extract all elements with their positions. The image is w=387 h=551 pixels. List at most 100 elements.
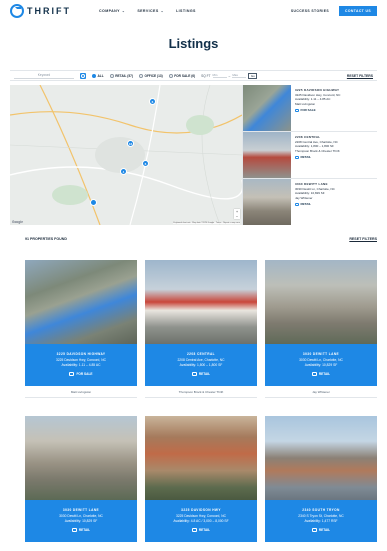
property-photo [265, 260, 377, 344]
property-card-body: 3225 DAVIDSON HIGHWAY 3225 Davidson Hwy,… [25, 344, 137, 386]
chevron-down-icon: ⌄ [121, 9, 126, 13]
radio-dot [109, 73, 114, 78]
listing-agent: Matt Livingston [295, 101, 316, 106]
nav-company[interactable]: COMPANY ⌄ [99, 9, 125, 13]
property-availability: Availability: 1.11 – 4.85 AC [61, 363, 101, 367]
listing-type-label: RETAIL [300, 155, 312, 160]
map-pin[interactable]: 4 [120, 168, 127, 175]
sqft-label: SQ FT [201, 73, 211, 78]
sqft-max-input[interactable]: Max [232, 73, 247, 78]
property-address: 2340 S Tryon St, Charlotte, NC [298, 513, 344, 518]
sqft-min-input[interactable]: Min [212, 73, 227, 78]
zoom-controls[interactable]: + − [234, 209, 240, 219]
filter-office[interactable]: OFFICE (13) [138, 73, 163, 78]
tag-icon [295, 156, 299, 160]
go-button[interactable]: Go [248, 72, 258, 79]
contact-us-button[interactable]: CONTACT US [339, 6, 377, 16]
filter-all-label: ALL [97, 73, 104, 78]
filter-retail[interactable]: RETAIL (57) [109, 73, 133, 78]
property-name: 2340 SOUTH TRYON [302, 508, 340, 512]
property-type-label: RETAIL [198, 372, 211, 376]
property-photo [265, 416, 377, 500]
listing-agent: Jay Whitener [295, 195, 313, 200]
filter-for-sale[interactable]: FOR SALE (6) [168, 73, 196, 78]
property-agent: Thompson Brock & Chester Thrift [145, 386, 257, 398]
listing-thumbnail [243, 85, 291, 131]
logo-text: THRIFT [27, 6, 71, 16]
tag-icon [71, 528, 77, 532]
nav-listings[interactable]: LISTINGS [176, 9, 196, 13]
property-address: 3225 Davidson Hwy, Concord, NC [56, 357, 106, 362]
tag-icon [191, 372, 197, 376]
property-photo [145, 416, 257, 500]
radio-dot [138, 73, 143, 78]
filter-retail-label: RETAIL (57) [115, 73, 133, 78]
results-count: 91 PROPERTIES FOUND [25, 237, 67, 241]
nav-listings-label: LISTINGS [176, 9, 196, 13]
property-type: RETAIL [145, 372, 257, 376]
property-type: RETAIL [25, 528, 137, 532]
listing-type-label: RETAIL [300, 202, 312, 207]
property-agent: Matt Livingston [25, 386, 137, 398]
property-type: RETAIL [265, 528, 377, 532]
tag-icon [295, 203, 299, 207]
search-icon[interactable] [80, 72, 86, 79]
property-type-label: RETAIL [318, 528, 331, 532]
listing-thumbnail [243, 179, 291, 225]
map-pin[interactable]: 6 [149, 98, 156, 105]
property-card-body: 3030 DEWITT LANE 3030 Dewitt Ln, Charlot… [25, 500, 137, 542]
listing-type-label: FOR SALE [300, 108, 316, 113]
side-listing-card[interactable]: 3225 DAVIDSON HIGHWAY 3225 Davidson Hwy,… [243, 85, 377, 132]
chevron-down-icon: ⌄ [160, 9, 165, 13]
logo-mark-icon [10, 4, 24, 18]
property-card[interactable]: 3225 DAVIDSON HWY 3225 Davidson Hwy, Con… [145, 416, 257, 551]
filter-all[interactable]: ALL [92, 73, 104, 78]
reset-filters-link[interactable]: RESET FILTERS [347, 74, 373, 78]
listing-agent: Thompson Brock & Chester Thrift [295, 148, 340, 153]
google-logo: Google [12, 220, 23, 224]
property-card[interactable]: 2340 SOUTH TRYON 2340 S Tryon St, Charlo… [265, 416, 377, 551]
tag-icon [311, 372, 317, 376]
nav-company-label: COMPANY [99, 9, 120, 13]
listing-thumbnail [243, 132, 291, 178]
side-listing-card[interactable]: 2208 CENTRAL 2208 Central Ave, Charlotte… [243, 132, 377, 179]
property-card-body: 2340 SOUTH TRYON 2340 S Tryon St, Charlo… [265, 500, 377, 542]
range-dash: – [228, 73, 231, 78]
filter-bar: Keyword ALL RETAIL (57) OFFICE (13) FOR … [10, 70, 377, 81]
map-pin[interactable] [90, 199, 97, 206]
listings-map[interactable]: 6 16 6 4 + − Google Keyboard shortcuts · … [10, 85, 242, 225]
results-reset-link[interactable]: RESET FILTERS [349, 237, 377, 241]
map-pin[interactable]: 6 [142, 160, 149, 167]
main-nav: COMPANY ⌄ SERVICES ⌄ LISTINGS [99, 9, 196, 13]
property-card[interactable]: 3225 DAVIDSON HIGHWAY 3225 Davidson Hwy,… [25, 260, 137, 399]
property-name: 2208 CENTRAL [186, 352, 215, 356]
property-card-body: 3225 DAVIDSON HWY 3225 Davidson Hwy, Con… [145, 500, 257, 542]
property-card-body: 2208 CENTRAL 2208 Central Ave, Charlotte… [145, 344, 257, 386]
map-side-list: 3225 DAVIDSON HIGHWAY 3225 Davidson Hwy,… [242, 85, 377, 225]
property-name: 3225 DAVIDSON HWY [181, 508, 221, 512]
success-stories-link[interactable]: SUCCESS STORIES [291, 9, 329, 13]
property-type: RETAIL [145, 528, 257, 532]
keyword-input[interactable]: Keyword [14, 73, 74, 79]
map-pin[interactable]: 16 [127, 140, 134, 147]
site-header: THRIFT COMPANY ⌄ SERVICES ⌄ LISTINGS SUC… [0, 0, 387, 22]
listing-type: FOR SALE [295, 108, 340, 113]
property-photo [25, 416, 137, 500]
property-card[interactable]: 3030 DEWITT LANE 3030 Dewitt Ln, Charlot… [265, 260, 377, 399]
property-type: FOR SALE [25, 372, 137, 376]
property-availability: Availability: 1,477 RSF [304, 519, 338, 523]
property-type-label: FOR SALE [76, 372, 93, 376]
side-listing-card[interactable]: 3030 DEWITT LANE 3030 Dewitt Ln, Charlot… [243, 179, 377, 225]
filter-for-sale-label: FOR SALE (6) [174, 73, 196, 78]
radio-dot [168, 73, 173, 78]
nav-services[interactable]: SERVICES ⌄ [137, 9, 164, 13]
property-card-body: 3030 DEWITT LANE 3030 Dewitt Ln, Charlot… [265, 344, 377, 386]
property-availability: Availability: 4.8 AC / 3,000 – 8,000 SF [173, 519, 229, 523]
logo[interactable]: THRIFT [10, 4, 71, 18]
tag-icon [191, 528, 197, 532]
map-attribution[interactable]: Keyboard shortcuts · Map data ©2024 Goog… [173, 222, 240, 224]
property-card[interactable]: 2208 CENTRAL 2208 Central Ave, Charlotte… [145, 260, 257, 399]
listing-type: RETAIL [295, 155, 339, 160]
property-address: 3030 Dewitt Ln, Charlotte, NC [59, 513, 103, 518]
property-card[interactable]: 3030 DEWITT LANE 3030 Dewitt Ln, Charlot… [25, 416, 137, 551]
